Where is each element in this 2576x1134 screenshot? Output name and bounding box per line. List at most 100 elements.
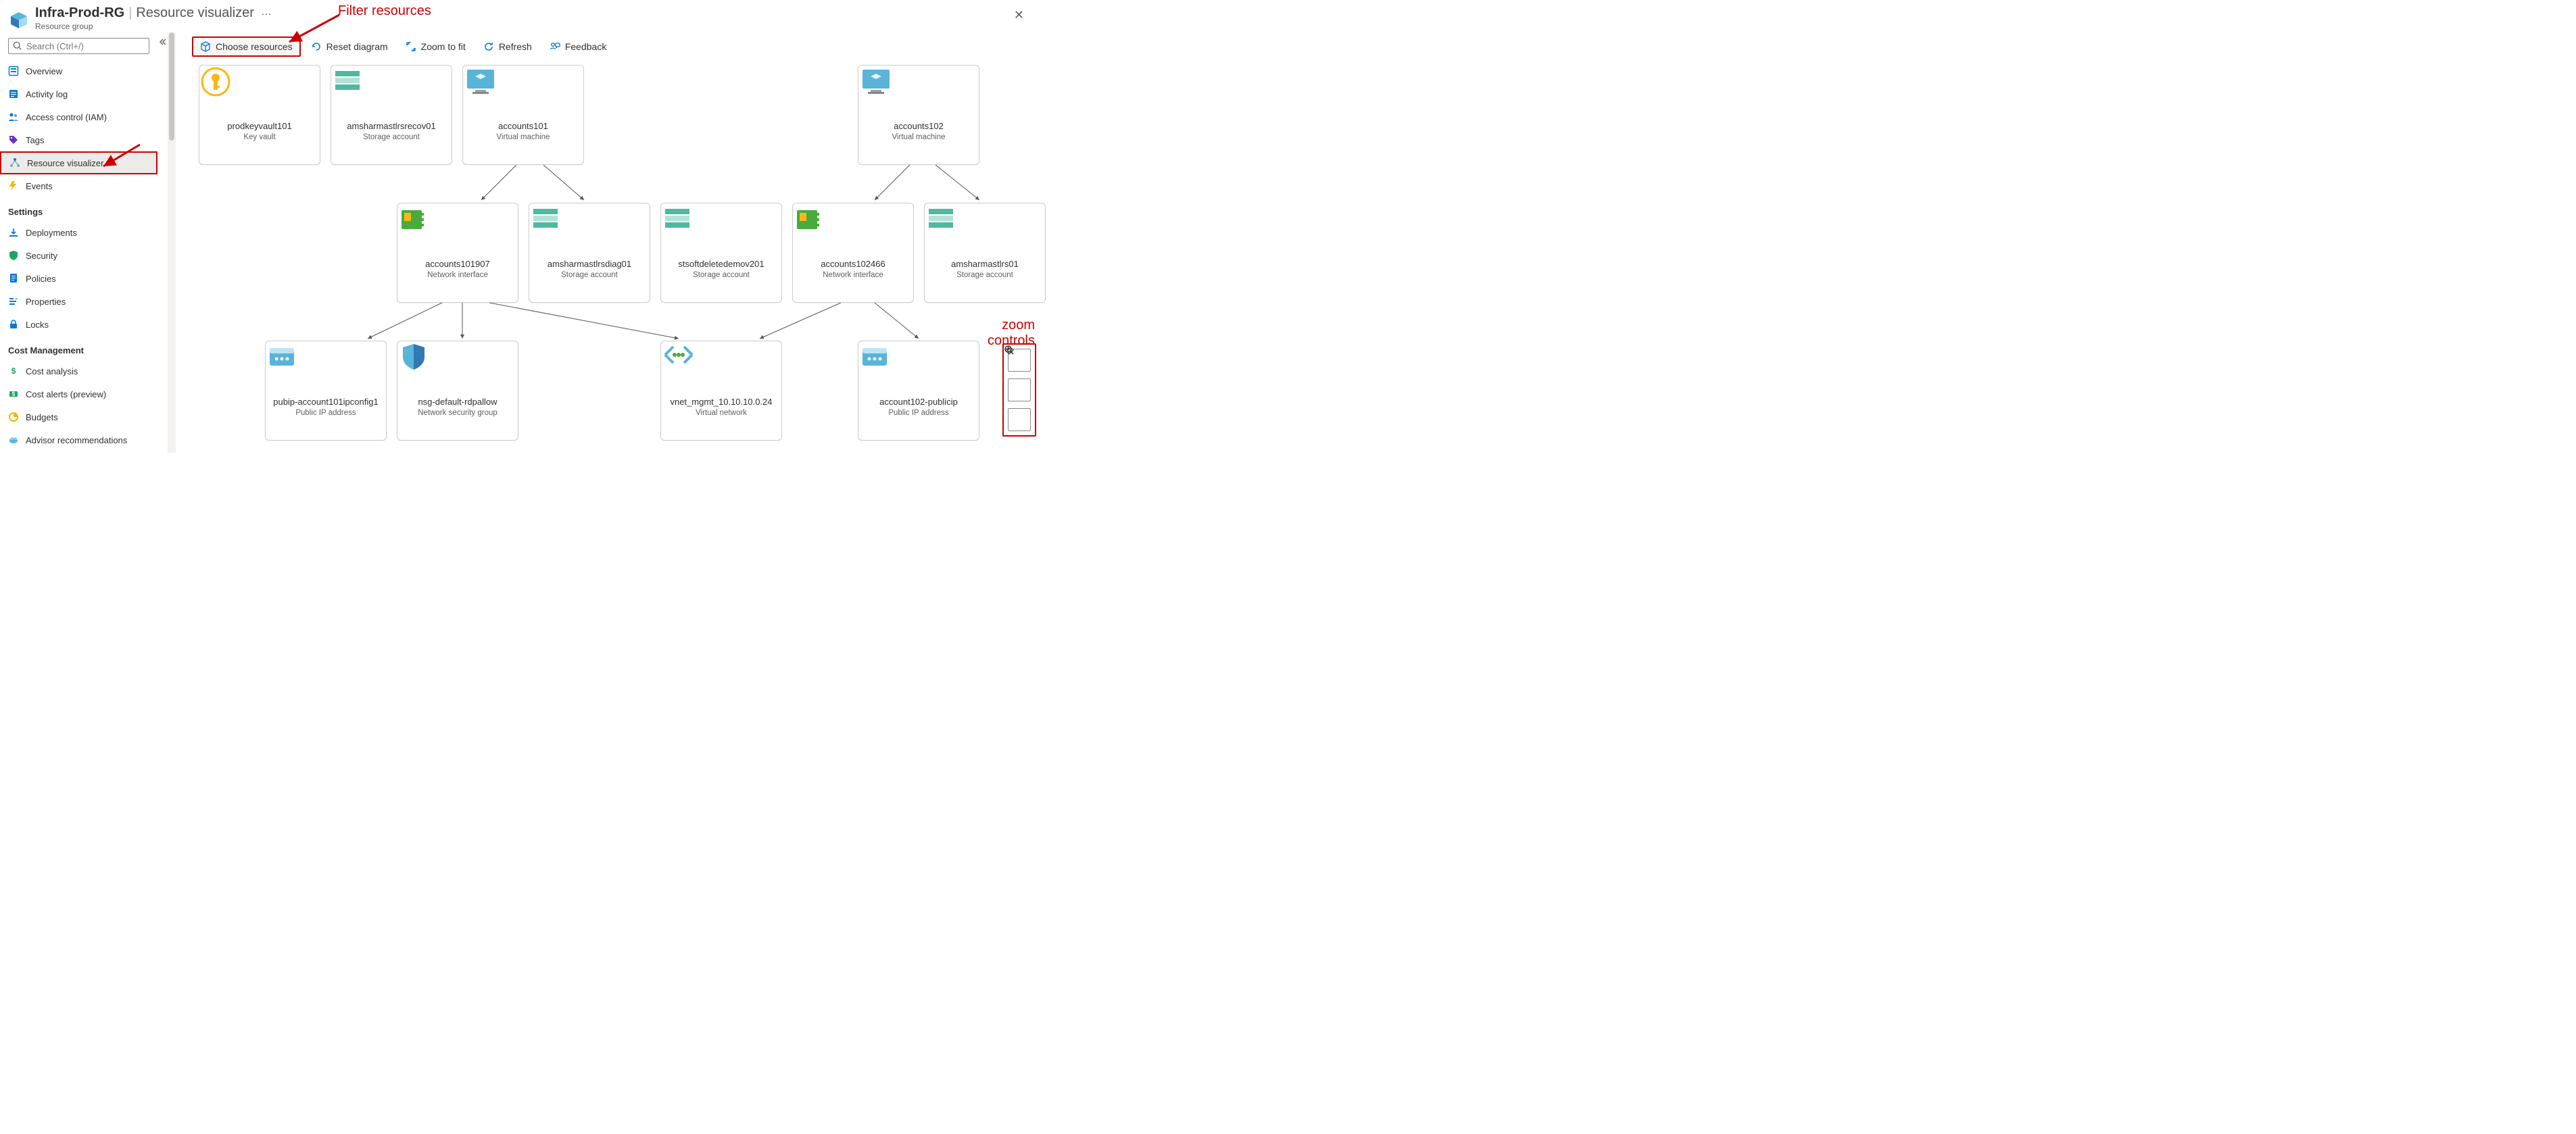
sidebar-item-label: Resource visualizer: [27, 158, 103, 168]
resource-name: accounts102466: [817, 259, 889, 269]
page-title-main: Infra-Prod-RG: [35, 5, 124, 21]
resource-name: amsharmastlrsrecov01: [343, 121, 440, 131]
resource-type: Storage account: [952, 271, 1017, 279]
storage-icon: [570, 213, 608, 251]
resource-name: nsg-default-rdpallow: [414, 397, 501, 407]
resource-type: Network interface: [819, 271, 887, 279]
costalerts-icon: $: [8, 389, 19, 399]
resource-node-vm[interactable]: accounts101 Virtual machine: [462, 65, 584, 165]
vm-icon: [900, 75, 938, 113]
resource-node-storage[interactable]: stsoftdeletedemov201 Storage account: [660, 203, 782, 303]
sidebar-item-label: Cost analysis: [26, 366, 78, 376]
section-title-cost: Cost Management: [0, 336, 157, 360]
page-title-separator: |: [128, 5, 132, 21]
resource-node-publicip[interactable]: pubip-account101ipconfig1 Public IP addr…: [265, 341, 387, 441]
sidebar-item-label: Security: [26, 251, 57, 261]
resource-node-nic[interactable]: accounts101907 Network interface: [397, 203, 518, 303]
zoom-controls: [1002, 343, 1036, 437]
reset-diagram-button[interactable]: Reset diagram: [303, 37, 395, 56]
advisor-icon: [8, 435, 19, 445]
close-button[interactable]: ✕: [1008, 5, 1029, 25]
search-input[interactable]: [26, 41, 145, 51]
refresh-icon: [483, 41, 494, 52]
resource-name: pubip-account101ipconfig1: [269, 397, 382, 407]
search-icon: [13, 41, 22, 51]
sidebar-item-events[interactable]: Events: [0, 174, 157, 197]
sidebar-item-label: Advisor recommendations: [26, 435, 127, 445]
sidebar-item-tags[interactable]: Tags: [0, 128, 157, 151]
sidebar-item-label: Events: [26, 181, 53, 191]
zoomfit-icon: [406, 41, 416, 52]
zoom-to-fit-button[interactable]: Zoom to fit: [398, 37, 473, 56]
sidebar-item-security[interactable]: Security: [0, 244, 157, 267]
zoom-in-button[interactable]: [1008, 378, 1031, 401]
iam-icon: [8, 112, 19, 122]
sidebar-item-policies[interactable]: Policies: [0, 267, 157, 290]
resource-name: amsharmastlrs01: [947, 259, 1023, 269]
resource-node-publicip[interactable]: account102-publicip Public IP address: [858, 341, 979, 441]
resource-name: accounts101907: [421, 259, 493, 269]
resource-name: vnet_mgmt_10.10.10.0.24: [666, 397, 776, 407]
publicip-icon: [307, 351, 345, 389]
svg-text:$: $: [11, 366, 16, 376]
diagram-canvas[interactable]: prodkeyvault101 Key vault amsharmastlrsr…: [192, 64, 1043, 446]
sidebar-item-costanalysis[interactable]: $ Cost analysis: [0, 360, 157, 383]
deployments-icon: [8, 227, 19, 238]
sidebar-item-iam[interactable]: Access control (IAM): [0, 105, 157, 128]
reset-icon: [311, 41, 322, 52]
resource-name: accounts102: [890, 121, 948, 131]
button-label: Zoom to fit: [421, 41, 466, 52]
sidebar-item-label: Tags: [26, 135, 44, 145]
sidebar-item-label: Access control (IAM): [26, 112, 107, 122]
sidebar-item-label: Overview: [26, 66, 62, 76]
zoom-fit-button[interactable]: [1008, 349, 1031, 372]
sidebar-item-deployments[interactable]: Deployments: [0, 221, 157, 244]
publicip-icon: [900, 351, 938, 389]
resource-group-icon: [7, 8, 31, 32]
resource-name: amsharmastlrsdiag01: [543, 259, 635, 269]
sidebar-item-budgets[interactable]: Budgets: [0, 405, 157, 428]
sidebar-item-overview[interactable]: Overview: [0, 59, 157, 82]
sidebar-item-label: Cost alerts (preview): [26, 389, 106, 399]
resource-type: Key vault: [239, 133, 279, 141]
more-actions-button[interactable]: …: [261, 6, 272, 18]
sidebar-item-activitylog[interactable]: Activity log: [0, 82, 157, 105]
zoom-out-button[interactable]: [1008, 408, 1031, 431]
search-input-wrap[interactable]: [8, 38, 149, 54]
sidebar-item-label: Budgets: [26, 412, 58, 422]
resource-node-vnet[interactable]: vnet_mgmt_10.10.10.0.24 Virtual network: [660, 341, 782, 441]
resource-node-storage[interactable]: amsharmastlrsrecov01 Storage account: [331, 65, 452, 165]
sidebar-item-properties[interactable]: Properties: [0, 290, 157, 313]
sidebar-item-costalerts[interactable]: $ Cost alerts (preview): [0, 383, 157, 405]
vnet-icon: [702, 351, 740, 389]
sidebar-item-visualizer[interactable]: Resource visualizer: [0, 151, 157, 174]
budgets-icon: [8, 412, 19, 422]
page-title-sub: Resource visualizer: [136, 5, 254, 21]
locks-icon: [8, 319, 19, 330]
sidebar-item-advisor[interactable]: Advisor recommendations: [0, 428, 157, 451]
sidebar-item-label: Deployments: [26, 228, 77, 238]
feedback-button[interactable]: Feedback: [542, 37, 614, 56]
nsg-icon: [439, 351, 477, 389]
resource-node-keyvault[interactable]: prodkeyvault101 Key vault: [199, 65, 320, 165]
resource-node-nic[interactable]: accounts102466 Network interface: [792, 203, 914, 303]
sidebar-item-locks[interactable]: Locks: [0, 313, 157, 336]
resource-node-storage[interactable]: amsharmastlrsdiag01 Storage account: [529, 203, 650, 303]
events-icon: [8, 180, 19, 191]
resource-node-vm[interactable]: accounts102 Virtual machine: [858, 65, 979, 165]
section-title-settings: Settings: [0, 197, 157, 221]
choose-resources-button[interactable]: Choose resources: [192, 36, 301, 57]
resource-node-storage[interactable]: amsharmastlrs01 Storage account: [924, 203, 1046, 303]
button-label: Refresh: [499, 41, 532, 52]
sidebar-item-label: Locks: [26, 320, 49, 330]
resource-type: Storage account: [557, 271, 622, 279]
keyvault-icon: [241, 75, 278, 113]
sidebar-item-label: Properties: [26, 297, 66, 307]
resource-type: Public IP address: [884, 409, 952, 417]
refresh-button[interactable]: Refresh: [476, 37, 539, 56]
resource-node-nsg[interactable]: nsg-default-rdpallow Network security gr…: [397, 341, 518, 441]
overview-icon: [8, 66, 19, 76]
page-subtitle: Resource group: [35, 22, 272, 31]
resource-type: Network security group: [414, 409, 502, 417]
button-label: Choose resources: [216, 41, 293, 52]
